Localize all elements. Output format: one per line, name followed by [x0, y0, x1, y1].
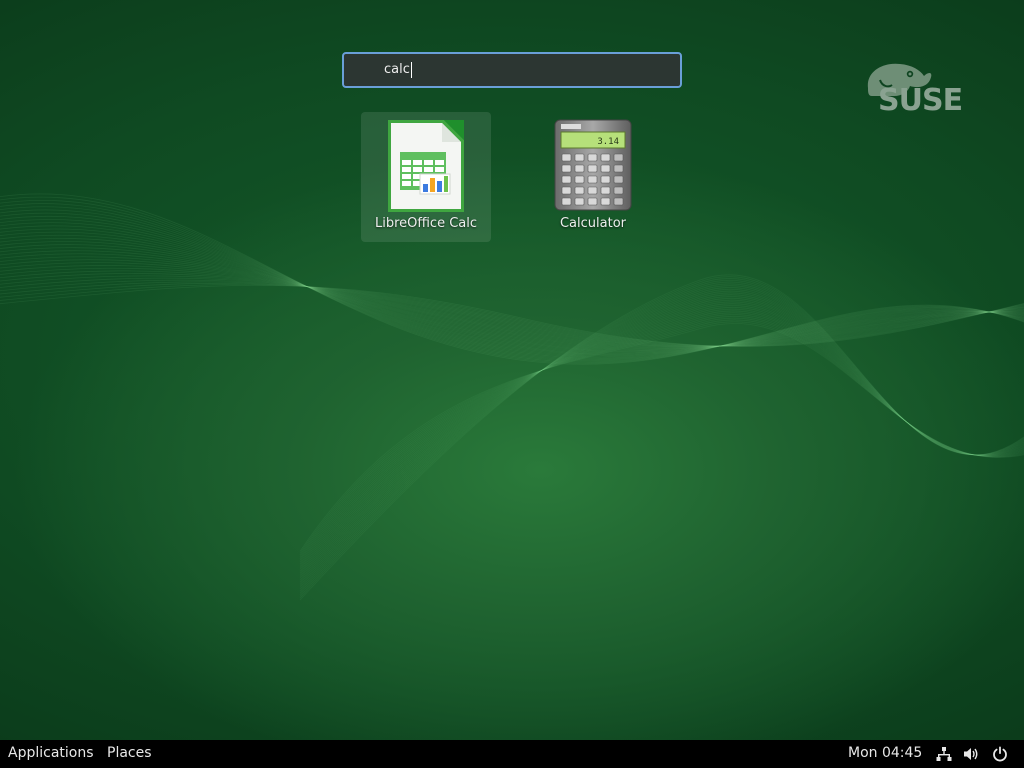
applications-menu-button[interactable]: Applications: [8, 740, 94, 768]
suse-wordmark: SUSE: [878, 83, 963, 118]
power-icon[interactable]: [992, 746, 1008, 762]
volume-icon[interactable]: [963, 746, 979, 762]
calculator-display-text: 3.14: [597, 137, 619, 147]
text-caret: [410, 62, 412, 78]
top-panel: Applications Places Mon 04:45: [0, 740, 1024, 768]
calculator-icon: 3.14: [553, 116, 633, 212]
app-label: LibreOffice Calc: [374, 216, 478, 231]
desktop-background: SUSE calc LibreOffice Calc 3.14 Calculat…: [0, 0, 1024, 740]
libreoffice-calc-icon: [386, 116, 466, 212]
network-icon[interactable]: [936, 746, 952, 762]
places-menu-button[interactable]: Places: [107, 740, 152, 768]
suse-logo: SUSE: [858, 58, 980, 120]
clock-button[interactable]: Mon 04:45: [848, 740, 922, 768]
app-result-libreoffice-calc[interactable]: LibreOffice Calc: [361, 112, 491, 242]
app-label: Calculator: [559, 216, 626, 231]
search-input[interactable]: calc: [342, 52, 682, 88]
search-input-text: calc: [384, 62, 412, 78]
app-result-calculator[interactable]: 3.14 Calculator: [528, 112, 658, 242]
